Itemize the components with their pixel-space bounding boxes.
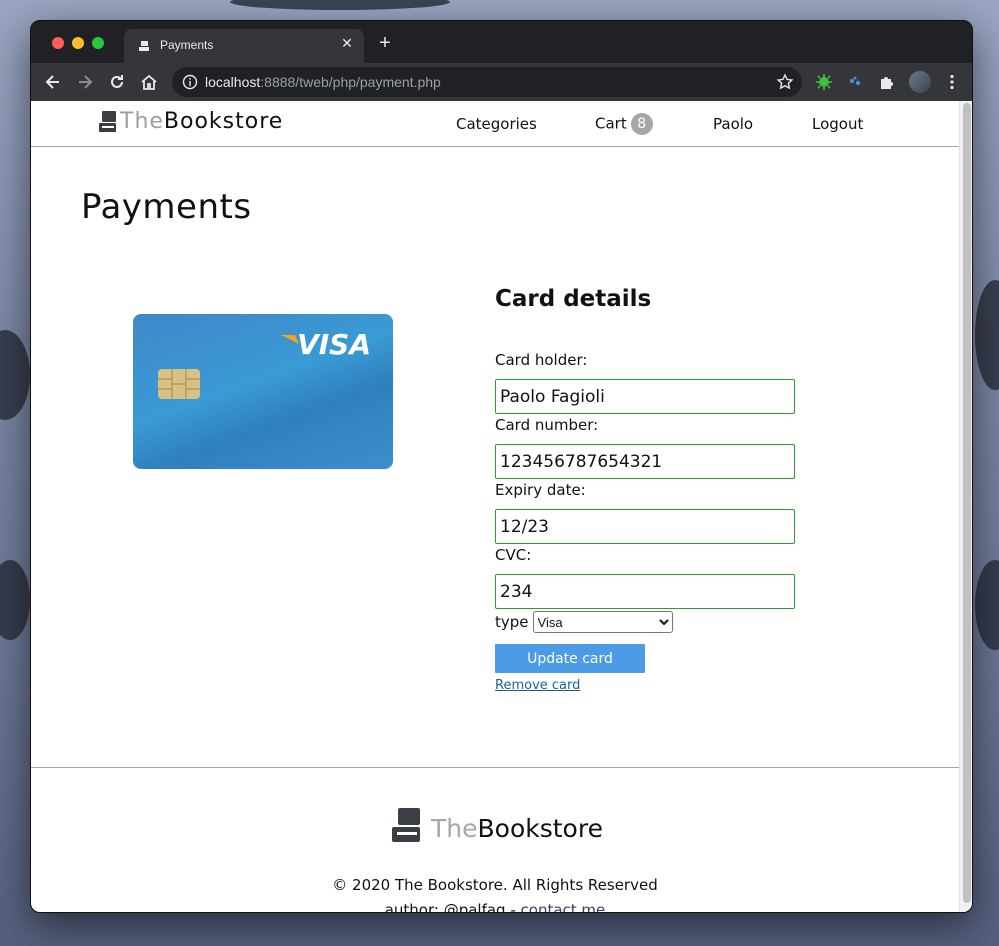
url-path: :8888/tweb/php/payment.php (260, 74, 441, 90)
desktop-background-rock (975, 560, 999, 650)
nav-logout[interactable]: Logout (812, 115, 863, 133)
footer-copyright: © 2020 The Bookstore. All Rights Reserve… (332, 876, 658, 894)
minimize-window-button[interactable] (72, 37, 84, 49)
nav-user[interactable]: Paolo (713, 115, 753, 133)
page-scrollbar[interactable] (959, 101, 972, 912)
browser-toolbar: localhost:8888/tweb/php/payment.php (31, 63, 972, 101)
update-card-button[interactable]: Update card (495, 644, 645, 673)
books-logo-icon (99, 110, 116, 132)
browser-window: Payments ✕ + localhost:8888/tweb/php/pay… (30, 20, 973, 913)
cart-count-badge: 8 (630, 113, 653, 135)
page-viewport: The Bookstore Categories Cart 8 Paolo Logo… (31, 101, 972, 913)
tab-payments[interactable]: Payments ✕ (124, 29, 364, 63)
expiry-date-label: Expiry date: (495, 481, 586, 499)
contact-me-link[interactable]: contact me (521, 901, 606, 912)
card-type-label: type (495, 613, 529, 631)
more-menu-icon[interactable] (943, 73, 961, 91)
tab-close-icon[interactable]: ✕ (338, 35, 356, 53)
desktop-background-rock (975, 280, 999, 390)
virus-extension-icon[interactable] (815, 73, 833, 91)
desktop-background-rock (230, 0, 450, 10)
card-details-heading: Card details (495, 286, 652, 312)
site-header: The Bookstore Categories Cart 8 Paolo Logo… (31, 101, 959, 147)
card-holder-input[interactable] (495, 379, 795, 414)
bookmark-star-icon[interactable] (776, 73, 794, 91)
card-type-row: type Visa (495, 611, 673, 633)
site-logo[interactable]: The Bookstore (98, 109, 283, 134)
logo-text-the: The (120, 109, 164, 134)
remove-card-link[interactable]: Remove card (495, 678, 580, 693)
new-tab-button[interactable]: + (375, 33, 395, 53)
credit-card-image: VISA (133, 314, 393, 469)
tab-title: Payments (160, 38, 214, 52)
profile-avatar[interactable] (909, 71, 931, 93)
footer-logo-text-bookstore: Bookstore (477, 814, 603, 843)
back-arrow-icon[interactable] (43, 72, 63, 92)
book-favicon-icon (139, 41, 149, 51)
maximize-window-button[interactable] (92, 37, 104, 49)
info-icon[interactable] (182, 74, 198, 90)
scrollbar-thumb[interactable] (963, 103, 971, 903)
paw-extension-icon[interactable] (846, 73, 864, 91)
url-host: localhost (205, 74, 261, 90)
footer-author-text: author: @palfag - (384, 901, 521, 913)
tab-bar: Payments ✕ + (31, 21, 972, 63)
visa-brand-text: VISA (297, 328, 371, 361)
footer-logo: The Bookstore (391, 807, 603, 843)
desktop-background-rock (0, 330, 30, 420)
logo-text-bookstore: Bookstore (163, 109, 284, 134)
footer-books-logo-icon (392, 808, 420, 842)
card-type-select[interactable]: Visa (532, 611, 673, 633)
nav-categories[interactable]: Categories (456, 115, 537, 133)
card-number-input[interactable] (495, 444, 795, 479)
close-window-button[interactable] (52, 37, 64, 49)
nav-cart-label: Cart (595, 114, 627, 133)
url-text[interactable]: localhost:8888/tweb/php/payment.php (205, 74, 441, 90)
card-holder-label: Card holder: (495, 351, 588, 369)
address-bar[interactable]: localhost:8888/tweb/php/payment.php (172, 67, 802, 97)
nav-cart[interactable]: Cart 8 (595, 113, 653, 135)
footer-author: author: @palfag - contact me (31, 901, 959, 913)
home-icon[interactable] (139, 72, 159, 92)
footer-logo-text-the: The (431, 814, 478, 843)
forward-arrow-icon[interactable] (75, 72, 95, 92)
desktop-background-rock (0, 560, 30, 640)
cvc-label: CVC: (495, 546, 532, 564)
cvc-input[interactable] (495, 574, 795, 609)
card-number-label: Card number: (495, 416, 599, 434)
extensions-puzzle-icon[interactable] (878, 73, 896, 91)
expiry-date-input[interactable] (495, 509, 795, 544)
reload-icon[interactable] (107, 72, 127, 92)
page-title: Payments (81, 187, 252, 227)
footer-divider (31, 767, 959, 768)
card-chip-icon (158, 369, 200, 399)
